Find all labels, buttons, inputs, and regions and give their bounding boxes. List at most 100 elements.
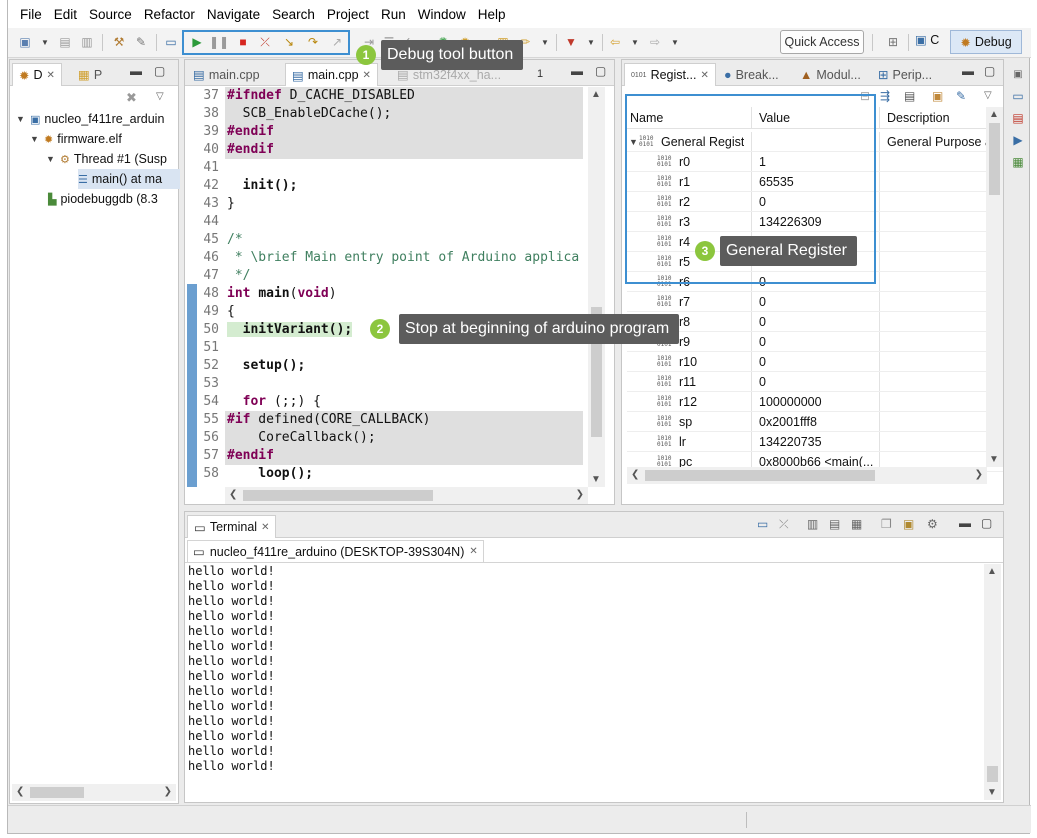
close-icon[interactable]: ✕ <box>261 522 269 533</box>
scroll-thumb[interactable] <box>30 787 84 798</box>
code-editor[interactable]: 37 #ifndef D_CACHE_DISABLED 38 SCB_Enable… <box>185 87 585 505</box>
menu-run[interactable]: Run <box>375 7 412 22</box>
scroll-up-icon[interactable]: ▲ <box>989 109 999 120</box>
scroll-thumb[interactable] <box>987 766 998 782</box>
menu-navigate[interactable]: Navigate <box>201 7 266 22</box>
scroll-thumb[interactable] <box>989 123 1000 195</box>
settings-icon[interactable]: ⚙ <box>927 517 938 531</box>
registers-hscroll[interactable]: ❮ ❯ <box>627 467 987 484</box>
scroll-right-icon[interactable]: ❯ <box>576 489 584 500</box>
menu-search[interactable]: Search <box>266 7 321 22</box>
add-group-icon[interactable]: ▣ <box>932 89 943 103</box>
save-icon[interactable]: ▤ <box>56 33 74 51</box>
maximize-icon[interactable]: ▢ <box>984 64 995 78</box>
console-icon[interactable]: ▭ <box>162 33 180 51</box>
terminal-output[interactable]: hello world! hello world! hello world! hell… <box>188 564 983 800</box>
close-icon[interactable]: ✕ <box>47 70 55 81</box>
clear-icon[interactable]: ▤ <box>829 517 840 531</box>
tab-debug[interactable]: ✹ D ✕ <box>12 63 62 86</box>
editor-vscroll[interactable]: ▲ ▼ <box>588 87 605 487</box>
column-description[interactable]: Description <box>881 107 1003 128</box>
open-terminal-icon[interactable]: ▭ <box>757 517 768 531</box>
restore-icon[interactable]: ▣ <box>1010 66 1026 82</box>
pencil-dropdown-icon[interactable]: ▼ <box>536 33 554 51</box>
minimize-icon[interactable]: ▬ <box>959 516 971 530</box>
outline-icon[interactable]: ▭ <box>1010 88 1026 104</box>
layout-icon[interactable]: ⇶ <box>880 89 890 103</box>
menu-source[interactable]: Source <box>83 7 138 22</box>
bookmark-dropdown-icon[interactable]: ▼ <box>582 33 600 51</box>
tab-terminal[interactable]: ▭ Terminal ✕ <box>187 515 277 538</box>
register-row[interactable]: 1010 0101 lr 134220735 <box>627 432 1003 452</box>
perspective-debug[interactable]: ✹ Debug <box>950 30 1022 54</box>
forward-icon[interactable]: ⇨ <box>646 33 664 51</box>
tab-modules[interactable]: ▲ Modul... <box>794 63 867 86</box>
new-dropdown-icon[interactable]: ▼ <box>36 33 54 51</box>
scroll-up-icon[interactable]: ▲ <box>591 89 601 100</box>
register-row[interactable]: 1010 0101 r7 0 <box>627 292 1003 312</box>
remove-terminated-icon[interactable]: ✖ <box>126 90 137 106</box>
new-icon[interactable]: ▣ <box>16 33 34 51</box>
back-dropdown-icon[interactable]: ▼ <box>626 33 644 51</box>
scroll-left-icon[interactable]: ❮ <box>229 489 237 500</box>
tab-registers[interactable]: 0101 Regist... ✕ <box>624 63 716 86</box>
editor-hscroll[interactable]: ❮ ❯ <box>225 487 588 504</box>
minimize-icon[interactable]: ▬ <box>962 64 974 78</box>
hidden-tabs-count[interactable]: 1 <box>537 68 543 80</box>
tree-item-thread[interactable]: ▼ ⚙ Thread #1 (Susp <box>46 149 167 169</box>
tree-item-stack-frame[interactable]: ☰ main() at ma <box>78 169 180 189</box>
play-icon[interactable]: ▶ <box>1010 132 1026 148</box>
edit-group-icon[interactable]: ✎ <box>956 89 966 103</box>
disconnect-icon[interactable]: ⤫ <box>779 517 789 532</box>
back-icon[interactable]: ⇦ <box>606 33 624 51</box>
tree-item-elf[interactable]: ▼ ✹ firmware.elf <box>30 129 122 149</box>
view-menu-icon[interactable]: ▽ <box>984 90 992 101</box>
quick-access-field[interactable]: Quick Access <box>780 30 864 54</box>
tree-item-gdb[interactable]: ▙ piodebuggdb (8.3 <box>48 189 158 209</box>
scroll-left-icon[interactable]: ❮ <box>16 786 24 797</box>
tab-main-cpp-2[interactable]: ▤ main.cpp ✕ <box>285 63 378 86</box>
terminal-session-tab[interactable]: ▭ nucleo_f411re_arduino (DESKTOP-39S304N… <box>187 540 484 562</box>
columns-icon[interactable]: ▤ <box>904 89 915 103</box>
save-all-icon[interactable]: ▥ <box>78 33 96 51</box>
register-row[interactable]: 1010 0101 r10 0 <box>627 352 1003 372</box>
close-icon[interactable]: ✕ <box>469 546 477 557</box>
menu-file[interactable]: File <box>14 7 48 22</box>
tab-breakpoints[interactable]: ● Break... <box>718 63 785 86</box>
scroll-thumb[interactable] <box>645 470 875 481</box>
menu-edit[interactable]: Edit <box>48 7 83 22</box>
minimize-icon[interactable]: ▬ <box>571 64 583 78</box>
view-menu-icon[interactable]: ▽ <box>156 91 164 102</box>
disassembly-icon[interactable]: ▤ <box>1010 110 1026 126</box>
forward-dropdown-icon[interactable]: ▼ <box>666 33 684 51</box>
menu-project[interactable]: Project <box>321 7 375 22</box>
scroll-down-icon[interactable]: ▼ <box>987 787 997 798</box>
close-icon[interactable]: ✕ <box>700 70 708 81</box>
perspective-c[interactable]: ▣ C <box>915 32 939 47</box>
scroll-down-icon[interactable]: ▼ <box>591 474 601 485</box>
scroll-down-icon[interactable]: ▼ <box>989 454 999 465</box>
register-row[interactable]: 10100101r80 <box>627 312 1003 332</box>
tab-project-explorer[interactable]: ▦ P <box>72 63 108 86</box>
close-icon[interactable]: ✕ <box>363 70 371 81</box>
register-row[interactable]: 1010 0101 r12 100000000 <box>627 392 1003 412</box>
wrench-icon[interactable]: ✎ <box>132 33 150 51</box>
tab-peripherals[interactable]: ⊞ Perip... <box>872 63 938 86</box>
scroll-thumb[interactable] <box>243 490 433 501</box>
expressions-icon[interactable]: ▦ <box>1010 154 1026 170</box>
build-icon[interactable]: ⚒ <box>110 33 128 51</box>
menu-refactor[interactable]: Refactor <box>138 7 201 22</box>
tab-main-cpp-1[interactable]: ▤ main.cpp <box>187 63 266 86</box>
register-row[interactable]: 1010 0101 sp 0x2001fff8 <box>627 412 1003 432</box>
command-input-icon[interactable]: ▦ <box>851 517 862 531</box>
scroll-left-icon[interactable]: ❮ <box>631 469 639 480</box>
paste-icon[interactable]: ▣ <box>903 517 914 531</box>
maximize-icon[interactable]: ▢ <box>981 516 992 530</box>
scroll-lock-icon[interactable]: ▥ <box>807 517 818 531</box>
register-row[interactable]: 1010 0101 r11 0 <box>627 372 1003 392</box>
debug-view-hscroll[interactable]: ❮ ❯ <box>12 784 176 801</box>
bookmark-icon[interactable]: ▼ <box>562 33 580 51</box>
registers-vscroll[interactable]: ▲ ▼ <box>986 107 1003 467</box>
minimize-icon[interactable]: ▬ <box>130 64 142 78</box>
maximize-icon[interactable]: ▢ <box>154 64 165 78</box>
